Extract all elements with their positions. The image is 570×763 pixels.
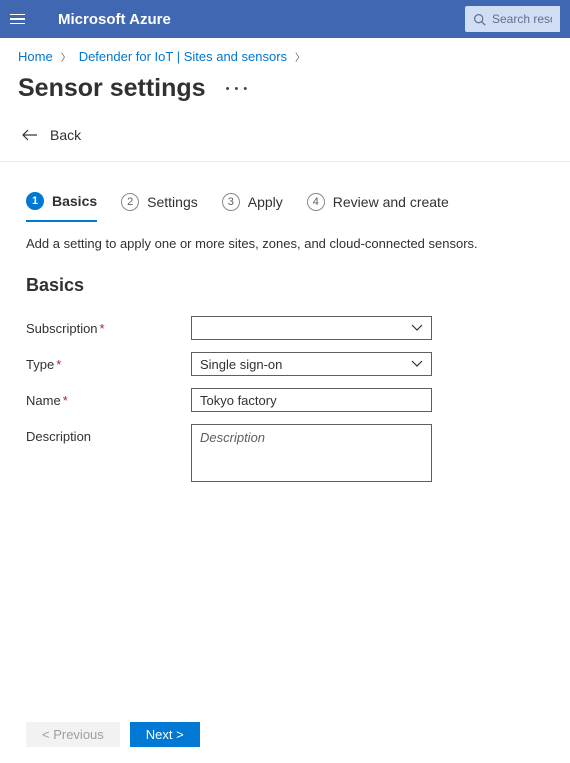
field-description: Description bbox=[26, 424, 544, 485]
page-title: Sensor settings bbox=[18, 74, 206, 103]
wizard-footer: < Previous Next > bbox=[26, 722, 200, 747]
previous-button[interactable]: < Previous bbox=[26, 722, 120, 747]
chevron-down-icon bbox=[411, 324, 423, 332]
more-actions-icon[interactable]: • • • bbox=[226, 83, 249, 95]
step-number: 4 bbox=[307, 193, 325, 211]
type-value: Single sign-on bbox=[200, 357, 282, 372]
field-name: Name* bbox=[26, 388, 544, 412]
tab-settings[interactable]: 2 Settings bbox=[121, 192, 198, 221]
wizard-tabs: 1 Basics 2 Settings 3 Apply 4 Review and… bbox=[26, 162, 544, 222]
tab-basics[interactable]: 1 Basics bbox=[26, 192, 97, 222]
subscription-dropdown[interactable] bbox=[191, 316, 432, 340]
type-dropdown[interactable]: Single sign-on bbox=[191, 352, 432, 376]
chevron-right-icon: 〉 bbox=[61, 49, 71, 64]
brand-label: Microsoft Azure bbox=[58, 11, 465, 28]
back-label: Back bbox=[50, 127, 81, 143]
field-type: Type* Single sign-on bbox=[26, 352, 544, 376]
breadcrumb: Home 〉 Defender for IoT | Sites and sens… bbox=[0, 38, 570, 70]
label-name: Name* bbox=[26, 388, 191, 408]
description-textarea[interactable] bbox=[191, 424, 432, 482]
global-search-input[interactable]: Search resou bbox=[465, 6, 560, 32]
name-input[interactable] bbox=[191, 388, 432, 412]
chevron-down-icon bbox=[411, 360, 423, 368]
step-number: 2 bbox=[121, 193, 139, 211]
intro-text: Add a setting to apply one or more sites… bbox=[26, 222, 544, 251]
label-description: Description bbox=[26, 424, 191, 444]
label-subscription: Subscription* bbox=[26, 316, 191, 336]
back-link[interactable]: Back bbox=[0, 117, 570, 162]
chevron-right-icon: 〉 bbox=[295, 49, 305, 64]
tab-label: Apply bbox=[248, 194, 283, 210]
label-type: Type* bbox=[26, 352, 191, 372]
search-placeholder: Search resou bbox=[492, 12, 552, 26]
tab-review-and-create[interactable]: 4 Review and create bbox=[307, 192, 449, 221]
tab-label: Settings bbox=[147, 194, 198, 210]
breadcrumb-home[interactable]: Home bbox=[18, 49, 53, 64]
step-number: 3 bbox=[222, 193, 240, 211]
page-title-row: Sensor settings • • • bbox=[0, 70, 570, 117]
tab-label: Basics bbox=[52, 193, 97, 209]
arrow-left-icon bbox=[22, 129, 38, 141]
tab-label: Review and create bbox=[333, 194, 449, 210]
field-subscription: Subscription* bbox=[26, 316, 544, 340]
search-icon bbox=[473, 13, 486, 26]
breadcrumb-defender[interactable]: Defender for IoT | Sites and sensors bbox=[79, 49, 287, 64]
tab-apply[interactable]: 3 Apply bbox=[222, 192, 283, 221]
top-header: Microsoft Azure Search resou bbox=[0, 0, 570, 38]
hamburger-menu-icon[interactable] bbox=[8, 9, 28, 29]
next-button[interactable]: Next > bbox=[130, 722, 200, 747]
section-heading-basics: Basics bbox=[26, 251, 544, 316]
step-number: 1 bbox=[26, 192, 44, 210]
